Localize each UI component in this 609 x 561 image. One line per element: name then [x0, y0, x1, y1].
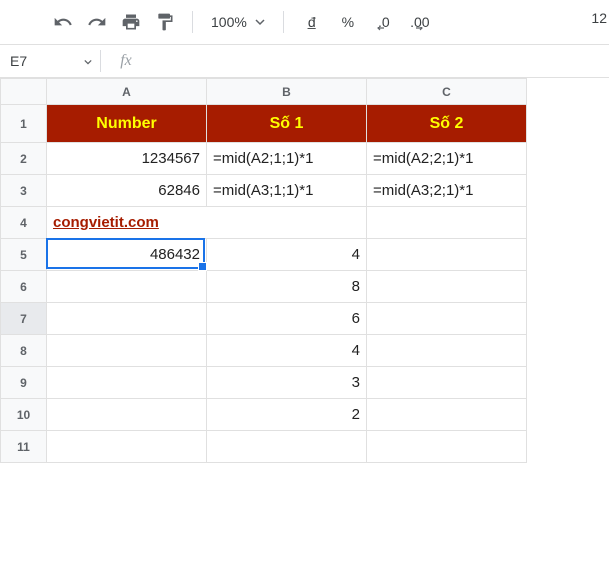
- percent-button[interactable]: %: [332, 7, 364, 37]
- col-header-b[interactable]: B: [207, 79, 367, 105]
- cell-a1[interactable]: Number: [47, 105, 207, 143]
- cell-b5[interactable]: 4: [207, 239, 367, 271]
- cell-c4[interactable]: [367, 207, 527, 239]
- cell-a8[interactable]: [47, 335, 207, 367]
- col-header-c[interactable]: C: [367, 79, 527, 105]
- row-header-2[interactable]: 2: [1, 143, 47, 175]
- formula-input[interactable]: [151, 45, 609, 77]
- formula-bar-row: E7 fx: [0, 44, 609, 78]
- name-box-value: E7: [10, 53, 27, 69]
- cell-a6[interactable]: [47, 271, 207, 303]
- paint-format-button[interactable]: [150, 7, 180, 37]
- decrease-decimal-button[interactable]: .0: [368, 7, 400, 37]
- cell-c10[interactable]: [367, 399, 527, 431]
- row-header-11[interactable]: 11: [1, 431, 47, 463]
- spreadsheet-grid: A B C 1 Number Số 1 Số 2 2 1234567 =mid(…: [0, 78, 609, 463]
- select-all-corner[interactable]: [1, 79, 47, 105]
- cell-a5[interactable]: 486432: [47, 239, 207, 271]
- cell-b2[interactable]: =mid(A2;1;1)*1: [207, 143, 367, 175]
- print-button[interactable]: [116, 7, 146, 37]
- cell-a4-link[interactable]: congvietit.com: [47, 207, 367, 239]
- row-header-1[interactable]: 1: [1, 105, 47, 143]
- cell-c3[interactable]: =mid(A3;2;1)*1: [367, 175, 527, 207]
- cell-c6[interactable]: [367, 271, 527, 303]
- cell-c7[interactable]: [367, 303, 527, 335]
- row-header-3[interactable]: 3: [1, 175, 47, 207]
- separator: [192, 11, 193, 33]
- cell-b11[interactable]: [207, 431, 367, 463]
- undo-button[interactable]: [48, 7, 78, 37]
- fx-label: fx: [101, 52, 151, 70]
- cell-c11[interactable]: [367, 431, 527, 463]
- row-header-10[interactable]: 10: [1, 399, 47, 431]
- cell-c5[interactable]: [367, 239, 527, 271]
- toolbar: 100% đ̲ % .0 .00 12: [0, 0, 609, 44]
- cell-a2[interactable]: 1234567: [47, 143, 207, 175]
- cell-c1[interactable]: Số 2: [367, 105, 527, 143]
- row-header-6[interactable]: 6: [1, 271, 47, 303]
- row-header-9[interactable]: 9: [1, 367, 47, 399]
- cell-b1[interactable]: Số 1: [207, 105, 367, 143]
- name-box[interactable]: E7: [0, 45, 100, 77]
- cell-b6[interactable]: 8: [207, 271, 367, 303]
- cell-b3[interactable]: =mid(A3;1;1)*1: [207, 175, 367, 207]
- cell-a9[interactable]: [47, 367, 207, 399]
- chevron-down-icon: [255, 17, 265, 27]
- more-formats-button[interactable]: 12: [591, 10, 609, 26]
- cell-a11[interactable]: [47, 431, 207, 463]
- zoom-value: 100%: [211, 14, 247, 30]
- row-header-4[interactable]: 4: [1, 207, 47, 239]
- cell-b8[interactable]: 4: [207, 335, 367, 367]
- row-header-7[interactable]: 7: [1, 303, 47, 335]
- cell-a7[interactable]: [47, 303, 207, 335]
- cell-c2[interactable]: =mid(A2;2;1)*1: [367, 143, 527, 175]
- currency-button[interactable]: đ̲: [296, 7, 328, 37]
- zoom-dropdown[interactable]: 100%: [205, 14, 271, 30]
- cell-a10[interactable]: [47, 399, 207, 431]
- cell-b7[interactable]: 6: [207, 303, 367, 335]
- cell-b9[interactable]: 3: [207, 367, 367, 399]
- cell-b10[interactable]: 2: [207, 399, 367, 431]
- cell-c9[interactable]: [367, 367, 527, 399]
- redo-button[interactable]: [82, 7, 112, 37]
- cell-c8[interactable]: [367, 335, 527, 367]
- increase-decimal-button[interactable]: .00: [404, 7, 436, 37]
- row-header-8[interactable]: 8: [1, 335, 47, 367]
- chevron-down-icon: [84, 53, 92, 69]
- row-header-5[interactable]: 5: [1, 239, 47, 271]
- col-header-a[interactable]: A: [47, 79, 207, 105]
- cell-a3[interactable]: 62846: [47, 175, 207, 207]
- separator: [283, 11, 284, 33]
